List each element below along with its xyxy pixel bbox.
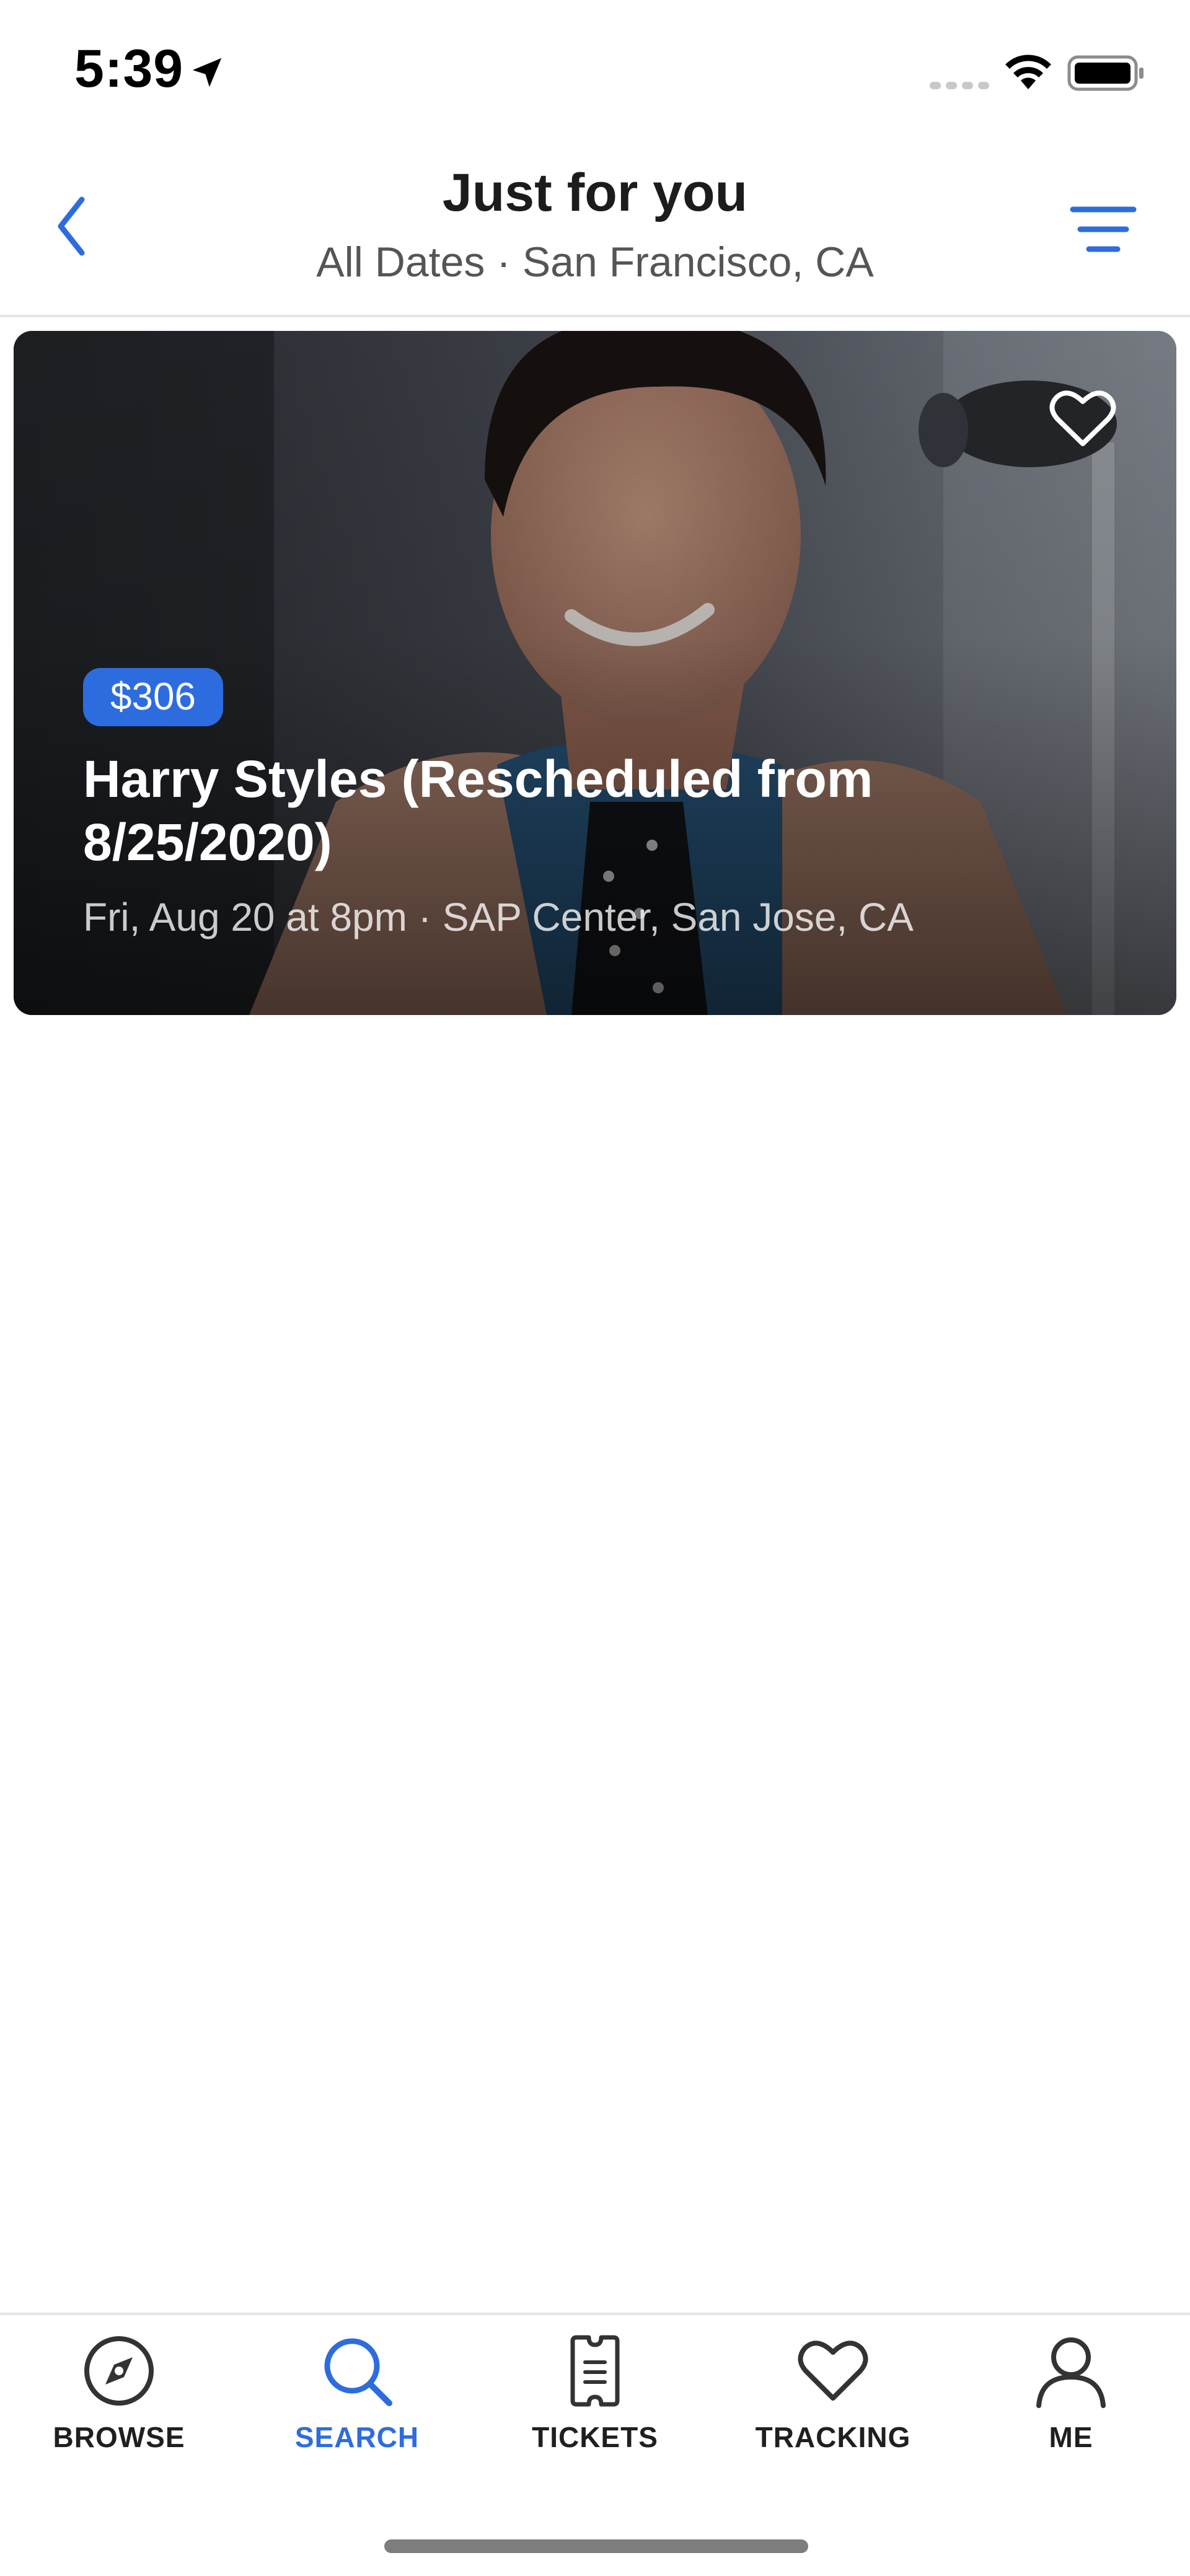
heart-outline-icon — [1049, 390, 1116, 446]
nav-header: Just for you All Dates · San Francisco, … — [0, 143, 1190, 317]
tab-label: TICKETS — [532, 2421, 658, 2453]
tab-label: TRACKING — [755, 2421, 911, 2453]
location-arrow-icon — [192, 58, 222, 87]
page-subtitle[interactable]: All Dates · San Francisco, CA — [0, 238, 1190, 286]
event-card[interactable]: $306 Harry Styles (Rescheduled from 8/25… — [14, 331, 1176, 1015]
tab-me[interactable]: ME — [978, 2334, 1164, 2476]
tab-label: SEARCH — [294, 2421, 420, 2453]
event-date-venue: Fri, Aug 20 at 8pm · SAP Center, San Jos… — [83, 895, 914, 939]
status-bar: 5:39 — [0, 0, 1190, 143]
wifi-icon — [1005, 55, 1051, 89]
heart-icon — [798, 2341, 868, 2401]
compass-icon — [84, 2336, 154, 2406]
tab-label: ME — [1049, 2421, 1093, 2453]
screen: 5:39 Just for you All Dates · San Franci… — [0, 0, 1190, 2576]
cellular-signal-icon — [930, 82, 989, 89]
status-time: 5:39 — [74, 39, 184, 99]
tab-bar: BROWSE SEARCH TICKETS TRACKING ME — [0, 2313, 1190, 2576]
tab-tracking[interactable]: TRACKING — [740, 2334, 926, 2476]
event-title: Harry Styles (Rescheduled from 8/25/2020… — [83, 750, 873, 871]
ticket-icon — [570, 2335, 620, 2407]
person-icon — [1036, 2337, 1106, 2408]
home-indicator — [384, 2539, 808, 2553]
page-title: Just for you — [442, 163, 748, 222]
tab-search[interactable]: SEARCH — [264, 2334, 450, 2476]
price-badge: $306 — [83, 668, 223, 726]
favorite-button[interactable] — [1042, 380, 1123, 455]
filter-button[interactable] — [1066, 198, 1140, 260]
search-icon — [324, 2338, 392, 2406]
battery-icon — [1067, 55, 1144, 91]
filter-lines-icon — [1070, 206, 1137, 252]
tab-label: BROWSE — [53, 2421, 185, 2453]
tab-tickets[interactable]: TICKETS — [502, 2334, 688, 2476]
tab-browse[interactable]: BROWSE — [26, 2334, 212, 2476]
